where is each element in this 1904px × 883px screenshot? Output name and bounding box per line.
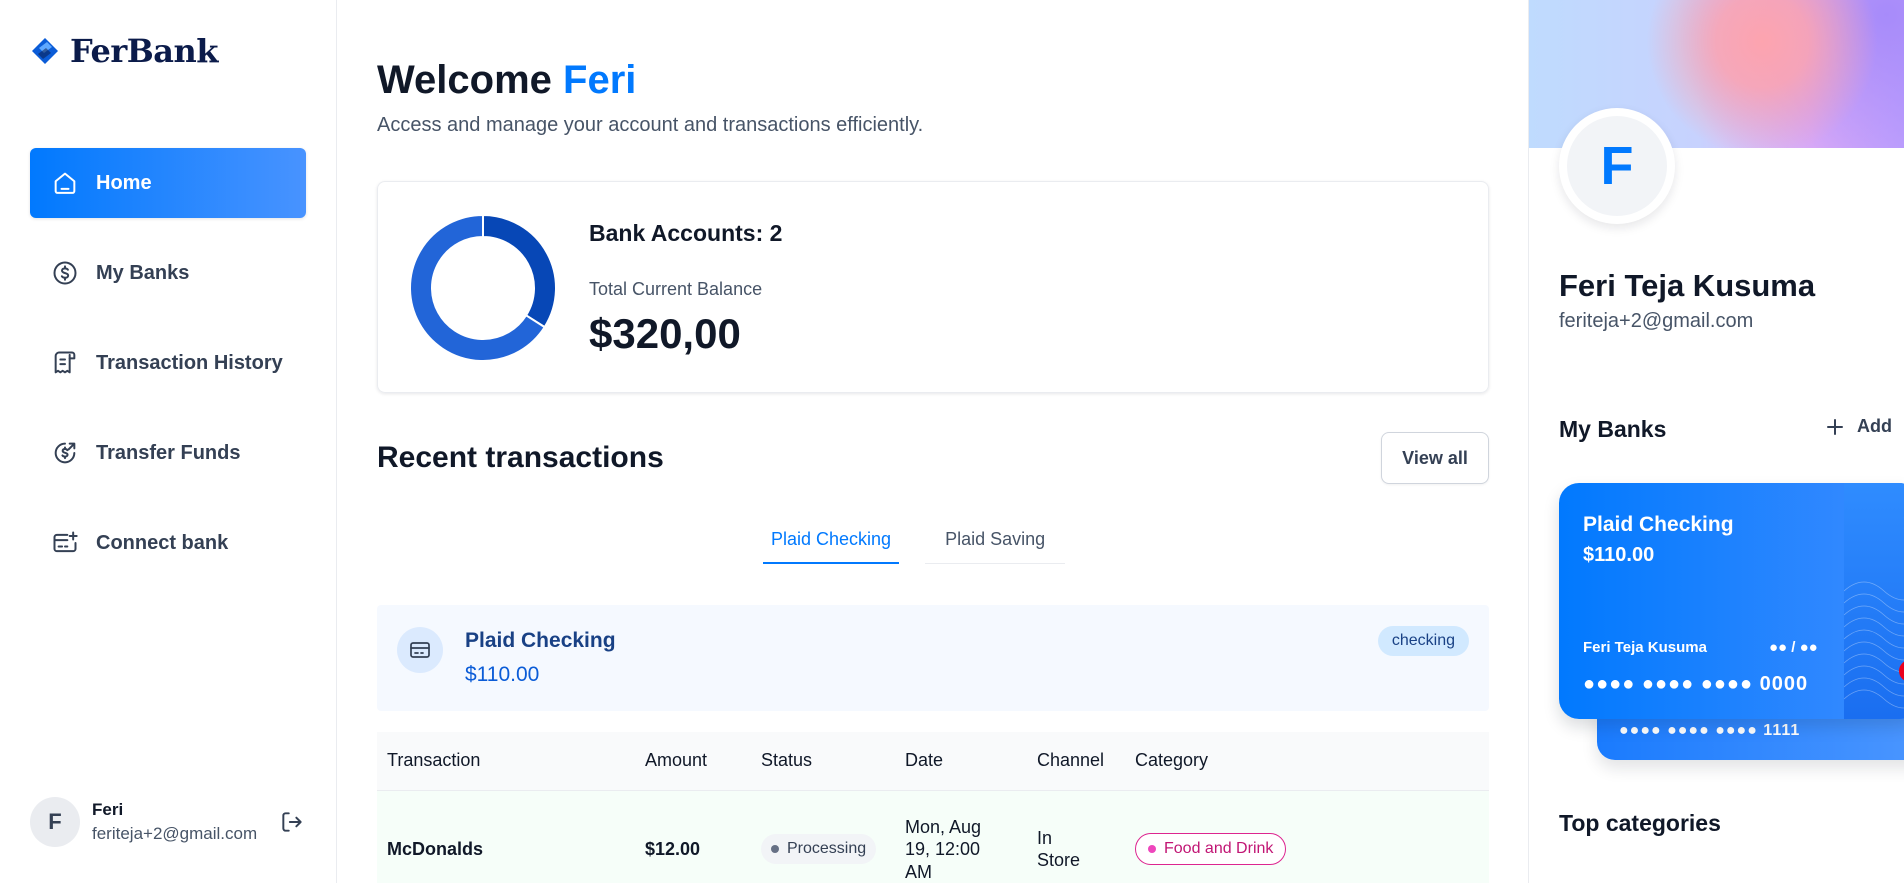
credit-card-icon bbox=[410, 642, 430, 658]
sidebar: FerBank Home My Banks Transaction Histor… bbox=[0, 0, 337, 883]
table-row[interactable]: McDonalds $12.00 Processing Mon, Aug 19,… bbox=[377, 790, 1489, 883]
column-header-transaction: Transaction bbox=[377, 732, 635, 791]
sidebar-user-name: Feri bbox=[92, 800, 124, 819]
card-number: ●●●● ●●●● ●●●● 0000 bbox=[1583, 673, 1809, 695]
transaction-date: Mon, Aug 19, 12:00 AM bbox=[895, 790, 1027, 883]
card-add-icon bbox=[50, 528, 80, 558]
sidebar-item-transfer-funds[interactable]: Transfer Funds bbox=[30, 418, 306, 488]
account-icon-badge bbox=[397, 627, 443, 673]
sidebar-item-label: My Banks bbox=[96, 261, 190, 284]
dollar-circle-icon bbox=[50, 258, 80, 288]
card-balance: $110.00 bbox=[1583, 544, 1655, 566]
card-holder-name: Feri Teja Kusuma bbox=[1583, 639, 1707, 656]
donut-segment-0 bbox=[482, 213, 557, 329]
main-content: Welcome Feri Access and manage your acco… bbox=[377, 0, 1489, 883]
tab-plaid-checking[interactable]: Plaid Checking bbox=[751, 514, 911, 564]
transaction-name: McDonalds bbox=[377, 790, 635, 883]
contactless-icon bbox=[1899, 513, 1904, 533]
home-icon bbox=[50, 168, 80, 198]
page-subtitle: Access and manage your account and trans… bbox=[377, 114, 924, 136]
account-info-banner: Plaid Checking $110.00 checking bbox=[377, 605, 1489, 711]
right-sidebar: F Feri Teja Kusuma feriteja+2@gmail.com … bbox=[1528, 0, 1904, 883]
transactions-table: Transaction Amount Status Date Channel C… bbox=[377, 732, 1489, 883]
ferbank-logo-icon bbox=[32, 38, 58, 64]
account-name: Plaid Checking bbox=[465, 629, 616, 652]
welcome-user-name: Feri bbox=[563, 58, 637, 102]
balance-donut-chart bbox=[409, 213, 557, 362]
table-header-row: Transaction Amount Status Date Channel C… bbox=[377, 732, 1489, 791]
card-wave-pattern-icon bbox=[1844, 581, 1904, 709]
add-bank-button[interactable]: Add bbox=[1825, 416, 1892, 437]
sidebar-user-email: feriteja+2@gmail.com bbox=[92, 824, 258, 843]
card-number: ●●●● ●●●● ●●●● 1111 bbox=[1619, 722, 1801, 739]
sidebar-user: F Feri feriteja+2@gmail.com bbox=[30, 797, 310, 847]
profile-name: Feri Teja Kusuma bbox=[1559, 268, 1816, 303]
my-banks-title: My Banks bbox=[1559, 416, 1667, 442]
account-type-badge: checking bbox=[1377, 626, 1469, 656]
transaction-status-cell: Processing bbox=[751, 790, 895, 883]
recent-transactions-title: Recent transactions bbox=[377, 441, 664, 474]
profile-avatar: F bbox=[1559, 108, 1675, 224]
sidebar-nav: Home My Banks Transaction History Transf… bbox=[30, 148, 306, 598]
welcome-greeting: Welcome bbox=[377, 58, 552, 102]
total-balance-card: Bank Accounts: 2 Total Current Balance $… bbox=[377, 181, 1489, 393]
column-header-status: Status bbox=[751, 732, 895, 791]
sidebar-user-info: Feri feriteja+2@gmail.com bbox=[92, 800, 257, 844]
bank-card-primary[interactable]: Plaid Checking $110.00 Feri Teja Kusuma … bbox=[1559, 483, 1904, 719]
status-dot-icon bbox=[771, 845, 779, 854]
status-label: Processing bbox=[787, 840, 867, 858]
logo-text: FerBank bbox=[70, 32, 218, 70]
category-badge: Food and Drink bbox=[1135, 833, 1287, 866]
account-tabs: Plaid Checking Plaid Saving bbox=[751, 514, 1066, 564]
logout-icon bbox=[282, 812, 302, 832]
mastercard-icon bbox=[1899, 661, 1904, 681]
category-dot-icon bbox=[1148, 845, 1156, 854]
sidebar-item-label: Home bbox=[96, 171, 152, 194]
sidebar-item-connect-bank[interactable]: Connect bank bbox=[30, 508, 306, 578]
sidebar-item-label: Connect bank bbox=[96, 531, 229, 554]
column-header-category: Category bbox=[1125, 732, 1489, 791]
transaction-amount: $12.00 bbox=[635, 790, 751, 883]
sidebar-item-my-banks[interactable]: My Banks bbox=[30, 238, 306, 308]
transaction-channel: In Store bbox=[1027, 790, 1125, 883]
sidebar-item-transaction-history[interactable]: Transaction History bbox=[30, 328, 306, 398]
money-send-icon bbox=[50, 438, 80, 468]
column-header-date: Date bbox=[895, 732, 1027, 791]
card-bank-name: Plaid Checking bbox=[1583, 513, 1734, 536]
top-categories-title: Top categories bbox=[1559, 810, 1721, 836]
account-balance: $110.00 bbox=[465, 663, 540, 686]
transaction-category-cell: Food and Drink bbox=[1125, 790, 1489, 883]
category-label: Food and Drink bbox=[1164, 840, 1274, 858]
total-balance-label: Total Current Balance bbox=[589, 279, 763, 299]
column-header-channel: Channel bbox=[1027, 732, 1125, 791]
sidebar-item-home[interactable]: Home bbox=[30, 148, 306, 218]
plus-icon bbox=[1827, 418, 1843, 435]
card-expiry: ●● / ●● bbox=[1769, 639, 1818, 656]
page-title: Welcome Feri bbox=[377, 58, 636, 103]
profile-email: feriteja+2@gmail.com bbox=[1559, 310, 1754, 332]
profile-avatar-initial: F bbox=[1567, 116, 1667, 216]
add-bank-label: Add bbox=[1857, 416, 1892, 436]
avatar: F bbox=[30, 797, 80, 847]
sidebar-item-label: Transaction History bbox=[96, 351, 283, 374]
tab-plaid-saving[interactable]: Plaid Saving bbox=[925, 514, 1066, 564]
sidebar-item-label: Transfer Funds bbox=[96, 441, 241, 464]
card-pattern bbox=[1844, 483, 1904, 719]
logo[interactable]: FerBank bbox=[30, 32, 218, 70]
total-balance-value: $320,00 bbox=[589, 310, 741, 357]
receipt-icon bbox=[50, 348, 80, 378]
logout-button[interactable] bbox=[279, 809, 305, 835]
view-all-button[interactable]: View all bbox=[1381, 432, 1489, 484]
bank-accounts-count: Bank Accounts: 2 bbox=[589, 220, 783, 246]
status-badge: Processing bbox=[761, 834, 877, 865]
column-header-amount: Amount bbox=[635, 732, 751, 791]
